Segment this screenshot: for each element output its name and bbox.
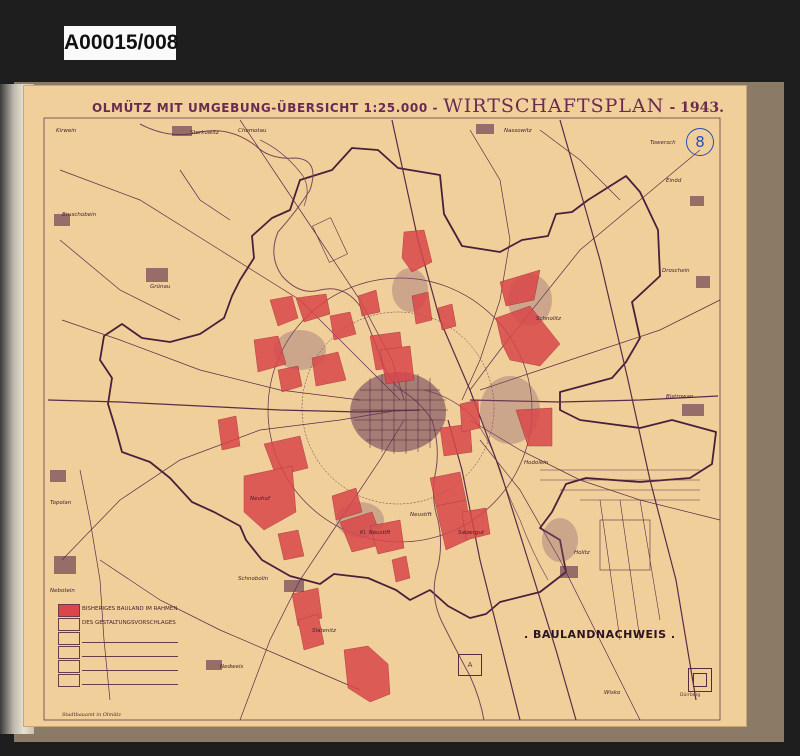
a-marker: A [458, 654, 482, 676]
airfield [312, 217, 348, 263]
place-label: Schnolitz [536, 316, 561, 322]
legend-text-1: BISHERIGES BAULAND IM RAHMEN [82, 606, 178, 612]
place-label: Schnobolin [238, 576, 269, 582]
legend-text-2: DES GESTALTUNGSVORSCHLAGES [82, 620, 176, 626]
compass-label: Dürrberg [680, 693, 701, 698]
place-label: Kirwein [56, 128, 77, 134]
legend-line [82, 642, 178, 643]
place-label: Holitz [574, 550, 590, 556]
place-label: Droschein [662, 268, 690, 274]
place-label: Slatenitz [312, 628, 336, 634]
place-label: Nebotein [50, 588, 75, 594]
legend-line [82, 684, 178, 685]
place-label: Chomotau [238, 128, 267, 134]
place-label: Salzergut [458, 530, 485, 536]
legend-line [82, 670, 178, 671]
signature: Stadtbauamt in Olmütz [62, 712, 122, 718]
legend-swatch-empty [58, 618, 80, 631]
baulnd-areas [217, 229, 561, 703]
legend-swatch-empty [58, 632, 80, 645]
place-label: Nedweis [220, 664, 244, 670]
place-label: Bruschobein [62, 212, 97, 218]
place-label: Kl. Neustift [360, 530, 391, 536]
legend-swatch-empty [58, 646, 80, 659]
place-label: Topolan [50, 500, 72, 506]
sheet-number-badge: 8 [686, 128, 714, 156]
place-label: Bistrowan [666, 394, 694, 400]
place-label: Hodolein [524, 460, 549, 466]
compass-icon [688, 668, 712, 692]
place-label: Einöd [666, 178, 682, 184]
place-label: Grünau [150, 284, 171, 290]
place-label: Neuhof [250, 496, 270, 502]
legend-swatch-red [58, 604, 80, 617]
map-sheet-title: . BAULANDNACHWEIS . [524, 628, 676, 641]
legend-line [82, 656, 178, 657]
legend-swatch-empty [58, 674, 80, 687]
place-label: Wisko [604, 690, 621, 696]
place-label: Towersch [650, 140, 676, 146]
place-label: Storkowitz [190, 130, 219, 136]
place-label: Neustift [410, 512, 432, 518]
place-label: Nassowitz [504, 128, 532, 134]
legend-swatch-empty [58, 660, 80, 673]
